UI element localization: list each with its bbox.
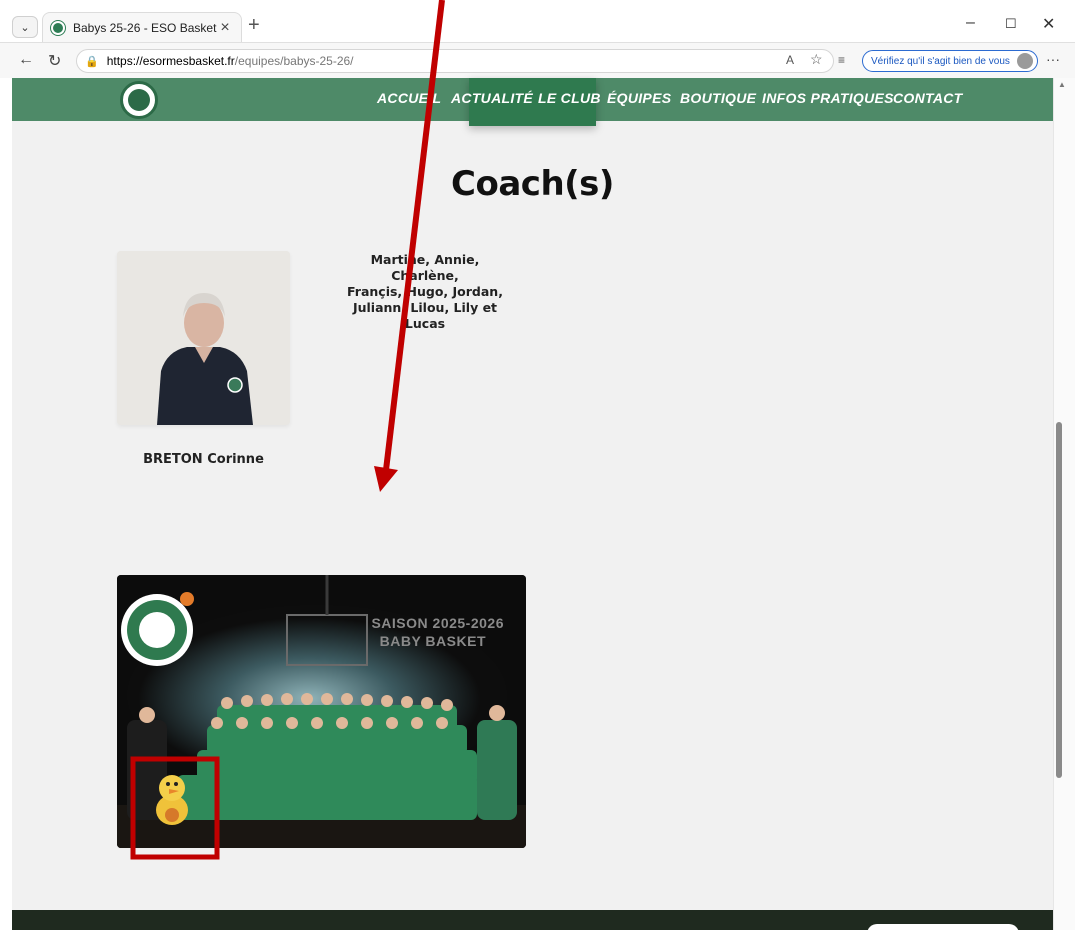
tab-bar: ⌄ Babys 25-26 - ESO Basket × + – ☐ ✕ (0, 0, 1075, 42)
new-tab-button[interactable]: + (248, 14, 260, 37)
url-field[interactable]: 🔒 https://esormesbasket.fr/equipes/babys… (76, 49, 834, 73)
browser-tab[interactable]: Babys 25-26 - ESO Basket × (42, 12, 242, 42)
coaches-line: Juliann, Lilou, Lily et Lucas (352, 300, 498, 331)
page-left-edge (0, 78, 12, 930)
coach-photo (117, 251, 290, 425)
favicon-icon (51, 20, 65, 35)
tab-title: Babys 25-26 - ESO Basket (73, 20, 217, 35)
scroll-up-arrow-icon[interactable]: ▲ (1058, 80, 1066, 89)
minimize-button[interactable]: – (966, 14, 975, 32)
verify-label: Vérifiez qu'il s'agit bien de vous (871, 55, 1010, 67)
chevron-down-icon: ⌄ (20, 21, 30, 34)
profile-verify-button[interactable]: Vérifiez qu'il s'agit bien de vous (862, 50, 1038, 72)
coaches-list: Martine, Annie, Charlène, Françis, Hugo,… (340, 252, 510, 332)
back-button[interactable]: ← (18, 51, 34, 69)
address-toolbar: ← ↻ 🔒 https://esormesbasket.fr/equipes/b… (0, 42, 1075, 78)
nav-boutique[interactable]: BOUTIQUE (680, 90, 756, 106)
club-logo[interactable] (120, 81, 158, 119)
nav-accueil[interactable]: ACCUEIL (377, 90, 441, 106)
tab-list-button[interactable]: ⌄ (12, 16, 38, 38)
scrollbar-thumb[interactable] (1056, 422, 1062, 778)
url-host: https://esormesbasket.fr (106, 54, 235, 68)
nav-contact[interactable]: CONTACT (893, 90, 963, 106)
close-tab-icon[interactable]: × (217, 19, 233, 37)
maximize-button[interactable]: ☐ (1005, 16, 1017, 32)
nav-le-club[interactable]: LE CLUB (538, 90, 601, 106)
browser-window: ⌄ Babys 25-26 - ESO Basket × + – ☐ ✕ ← ↻… (0, 0, 1075, 930)
favorite-star-icon[interactable]: ☆ (810, 51, 823, 68)
nav-actualite[interactable]: ACTUALITÉ (451, 90, 533, 106)
coaches-line: Françis, Hugo, Jordan, (347, 284, 503, 299)
favorites-bar-icon[interactable]: ≡ (838, 53, 845, 67)
more-options-icon[interactable]: ··· (1046, 51, 1060, 67)
duck-mascot (156, 775, 188, 825)
url-path: /equipes/babys-25-26/ (234, 54, 354, 68)
lock-icon: 🔒 (85, 55, 99, 68)
logo-emblem (128, 89, 150, 111)
page-title: Coach(s) (451, 164, 614, 204)
team-label: BABY BASKET (379, 633, 486, 649)
reload-button[interactable]: ↻ (48, 51, 61, 71)
avatar-icon (1017, 53, 1033, 69)
coaches-line: Martine, Annie, Charlène, (370, 252, 480, 283)
nav-infos-pratiques[interactable]: INFOS PRATIQUES (762, 90, 894, 106)
coach-name: BRETON Corinne (143, 452, 264, 467)
nav-equipes[interactable]: ÉQUIPES (607, 90, 671, 106)
coach-portrait-image (117, 251, 290, 425)
season-title: SAISON 2025-2026 (371, 615, 504, 631)
close-window-button[interactable]: ✕ (1042, 14, 1055, 34)
footer-button[interactable] (867, 924, 1019, 930)
read-aloud-icon[interactable]: A (786, 53, 794, 67)
team-photo: SAISON 2025-2026 BABY BASKET (117, 575, 526, 848)
